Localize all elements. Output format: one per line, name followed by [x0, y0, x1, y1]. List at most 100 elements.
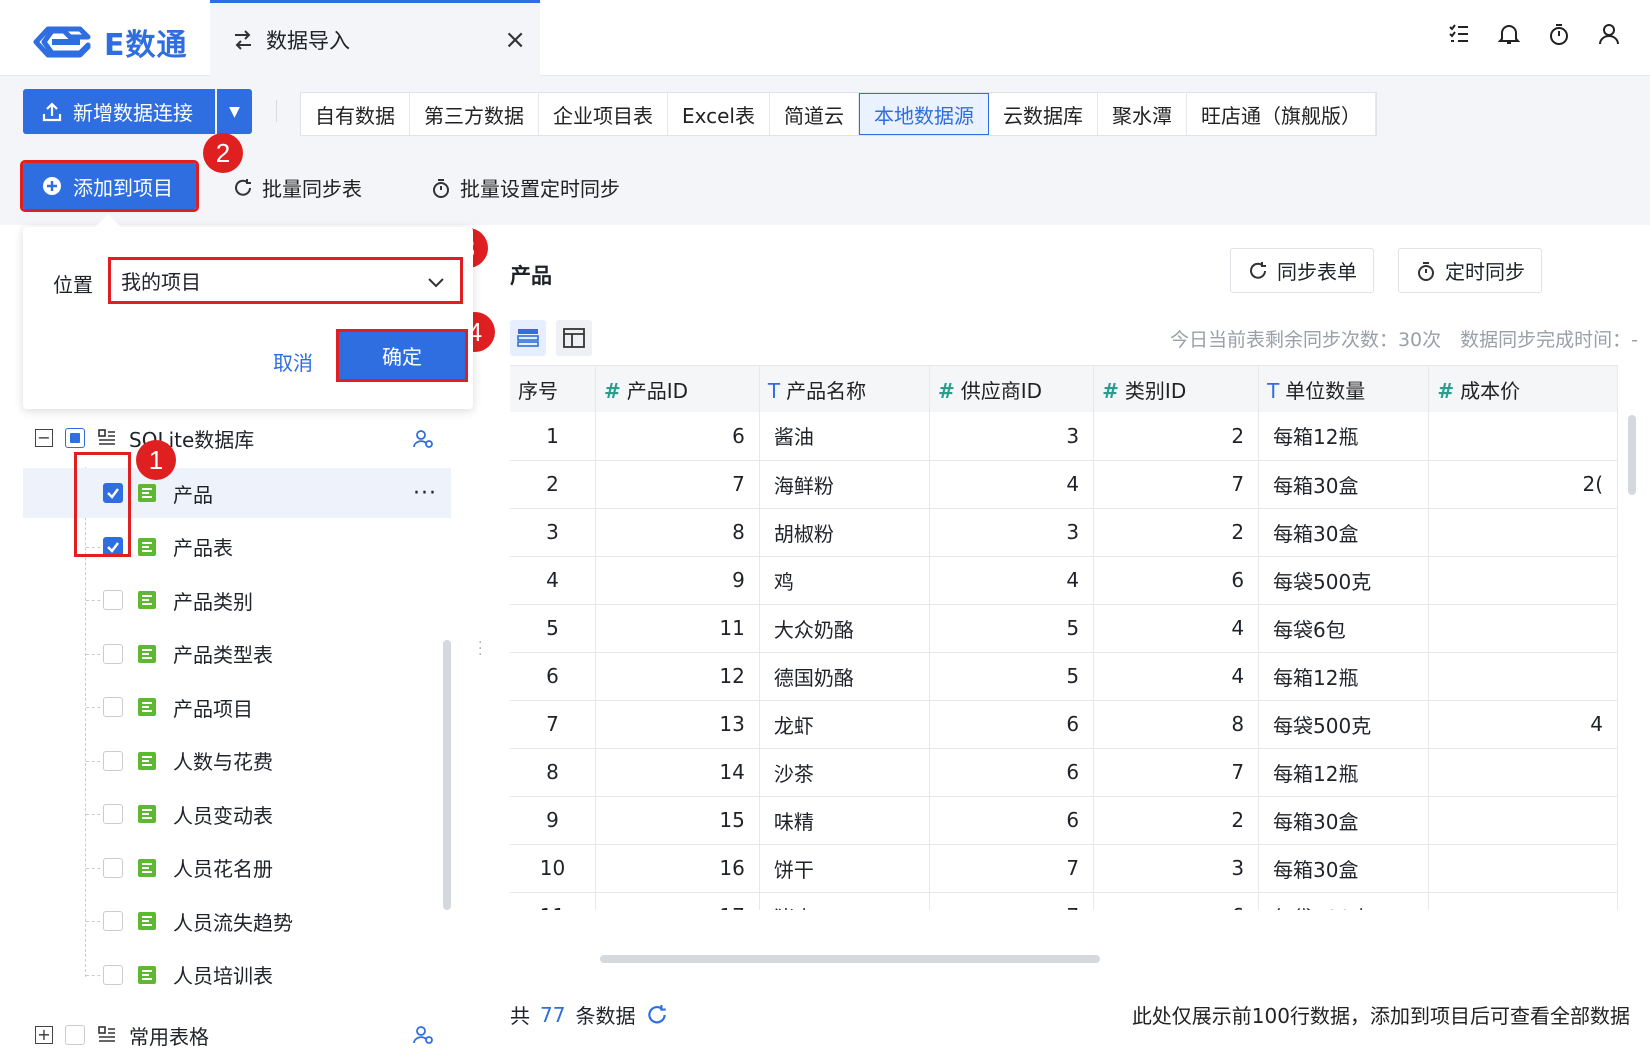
column-header-label: 产品名称 [786, 378, 867, 403]
tree-item-checkbox[interactable] [103, 857, 123, 878]
confirm-button[interactable]: 确定 [336, 329, 468, 382]
table-row[interactable]: 7 13 龙虾 6 8 每袋500克 4 [510, 700, 1618, 749]
tree-item[interactable]: 人员培训表 [23, 950, 451, 1000]
tree-root2-label: 常用表格 [129, 1024, 209, 1049]
new-connection-dropdown[interactable]: ▼ [217, 89, 252, 134]
source-tab[interactable]: 聚水潭 [1098, 93, 1187, 135]
tree-item[interactable]: 人员变动表 [23, 789, 451, 839]
add-to-project-popover: 位置 我的项目 取消 确定 [23, 227, 473, 409]
grid-view-button[interactable] [510, 320, 546, 356]
tree-item[interactable]: 人数与花费 [23, 736, 451, 786]
source-tab[interactable]: 简道云 [770, 93, 859, 135]
source-tab[interactable]: 云数据库 [989, 93, 1098, 135]
root-checkbox[interactable] [65, 428, 85, 448]
scheduled-sync-button[interactable]: 定时同步 [1398, 248, 1542, 293]
add-to-project-button[interactable]: 添加到项目 [20, 160, 199, 212]
table-vertical-scrollbar[interactable] [1628, 415, 1636, 495]
source-tab[interactable]: 本地数据源 [858, 93, 989, 135]
tree-item-checkbox[interactable] [103, 697, 123, 717]
tree-item-label: 人员变动表 [173, 803, 273, 828]
table-row[interactable]: 8 14 沙茶 6 7 每箱12瓶 [510, 748, 1618, 797]
table-row[interactable]: 1117猪肉76每袋500克 [510, 892, 1618, 910]
table-cell: 8 [510, 748, 596, 797]
user-icon[interactable] [1598, 22, 1620, 46]
table-cell: 6 [595, 412, 760, 461]
tree-item-label: 产品类别 [173, 589, 253, 614]
column-header[interactable]: # 产品ID [595, 366, 760, 412]
table-view-icon [517, 329, 539, 347]
table-cell: 7 [1093, 748, 1260, 797]
tree-item-checkbox[interactable] [103, 911, 123, 931]
table-row[interactable]: 10 16 饼干 7 3 每箱30盒 [510, 844, 1618, 893]
table-row[interactable]: 4 9 鸡 4 6 每袋500克 [510, 556, 1618, 605]
table-cell: 4 [929, 556, 1095, 605]
table-horizontal-scrollbar[interactable] [600, 955, 1100, 963]
bell-icon[interactable] [1498, 22, 1520, 46]
table-row[interactable]: 9 15 味精 6 2 每箱30盒 [510, 796, 1618, 845]
refresh-icon[interactable] [645, 1003, 669, 1027]
column-header[interactable]: # 类别ID [1093, 366, 1260, 412]
root2-checkbox[interactable] [65, 1025, 85, 1045]
column-header[interactable]: T 单位数量 [1258, 366, 1430, 412]
source-tab[interactable]: 自有数据 [301, 93, 410, 135]
column-header[interactable]: T 产品名称 [759, 366, 930, 412]
task-list-icon[interactable] [1448, 22, 1470, 46]
tree-item[interactable]: 产品项目 [23, 682, 451, 732]
import-icon [235, 29, 251, 50]
user-permission-icon[interactable] [412, 1024, 434, 1046]
sync-sheet-button[interactable]: 同步表单 [1230, 248, 1374, 293]
column-header[interactable]: 序号 [510, 366, 596, 412]
tree-item-checkbox[interactable] [103, 804, 123, 824]
table-row[interactable]: 5 11 大众奶酪 5 4 每袋6包 [510, 604, 1618, 653]
number-type-icon: # [603, 378, 621, 403]
batch-sync-button[interactable]: 批量同步表 [232, 173, 362, 202]
highlight-box-checkboxes [74, 452, 131, 557]
location-select[interactable]: 我的项目 [108, 257, 463, 304]
tree-item-checkbox[interactable] [103, 964, 123, 985]
batch-schedule-button[interactable]: 批量设置定时同步 [430, 173, 620, 202]
table-row[interactable]: 6 12 德国奶酪 5 4 每箱12瓶 [510, 652, 1618, 701]
table-cell: 9 [595, 556, 760, 605]
table-cell: 2 [1093, 412, 1260, 461]
close-icon[interactable]: × [504, 25, 526, 55]
timer-icon[interactable] [1548, 22, 1570, 46]
row-count: 共 77 条数据 [510, 1000, 669, 1029]
table-row[interactable]: 2 7 海鲜粉 4 7 每箱30盒 2( [510, 460, 1618, 509]
expand-icon[interactable]: + [35, 1026, 53, 1044]
logo-icon [33, 26, 91, 58]
tree-item-checkbox[interactable] [103, 590, 123, 610]
more-options-icon[interactable]: ··· [413, 481, 437, 506]
table-cell [1428, 844, 1618, 893]
table-cell: 4 [510, 556, 596, 605]
table-cell: 猪肉 [759, 892, 930, 910]
batch-schedule-label: 批量设置定时同步 [460, 177, 620, 201]
new-connection-button[interactable]: 新增数据连接 [23, 89, 215, 134]
tree-item[interactable]: 人员花名册 [23, 843, 451, 893]
column-header[interactable]: # 成本价 [1428, 366, 1618, 412]
tree-item[interactable]: 人员流失趋势 [23, 896, 451, 946]
user-permission-icon[interactable] [412, 428, 434, 450]
source-tab[interactable]: Excel表 [668, 93, 770, 135]
table-row[interactable]: 1 6 酱油 3 2 每箱12瓶 [510, 412, 1618, 461]
panel-splitter[interactable]: · · · [478, 636, 482, 662]
tree-scrollbar[interactable] [443, 640, 451, 910]
column-header[interactable]: # 供应商ID [929, 366, 1095, 412]
collapse-icon[interactable]: − [35, 429, 53, 447]
cancel-button[interactable]: 取消 [273, 347, 313, 376]
sync-sheet-label: 同步表单 [1277, 260, 1357, 284]
table-row[interactable]: 3 8 胡椒粉 3 2 每箱30盒 [510, 508, 1618, 557]
source-tab[interactable]: 旺店通（旗舰版） [1187, 93, 1376, 135]
tree-item-checkbox[interactable] [103, 643, 123, 664]
source-tab[interactable]: 企业项目表 [539, 93, 668, 135]
tree-item-checkbox[interactable] [103, 750, 123, 771]
tree-item[interactable]: 产品类型表 [23, 629, 451, 679]
tab-data-import[interactable]: 数据导入 × [210, 0, 540, 76]
layout-view-button[interactable] [556, 320, 592, 356]
tree-root-common[interactable]: + 常用表格 [35, 1015, 209, 1055]
source-tab[interactable]: 第三方数据 [410, 93, 539, 135]
tree-item-label: 产品 [173, 482, 213, 507]
tree-item[interactable]: 产品类别 [23, 575, 451, 625]
row-count-prefix: 共 [510, 1004, 530, 1028]
table-cell: 7 [929, 892, 1095, 910]
table-cell: 酱油 [759, 412, 930, 461]
